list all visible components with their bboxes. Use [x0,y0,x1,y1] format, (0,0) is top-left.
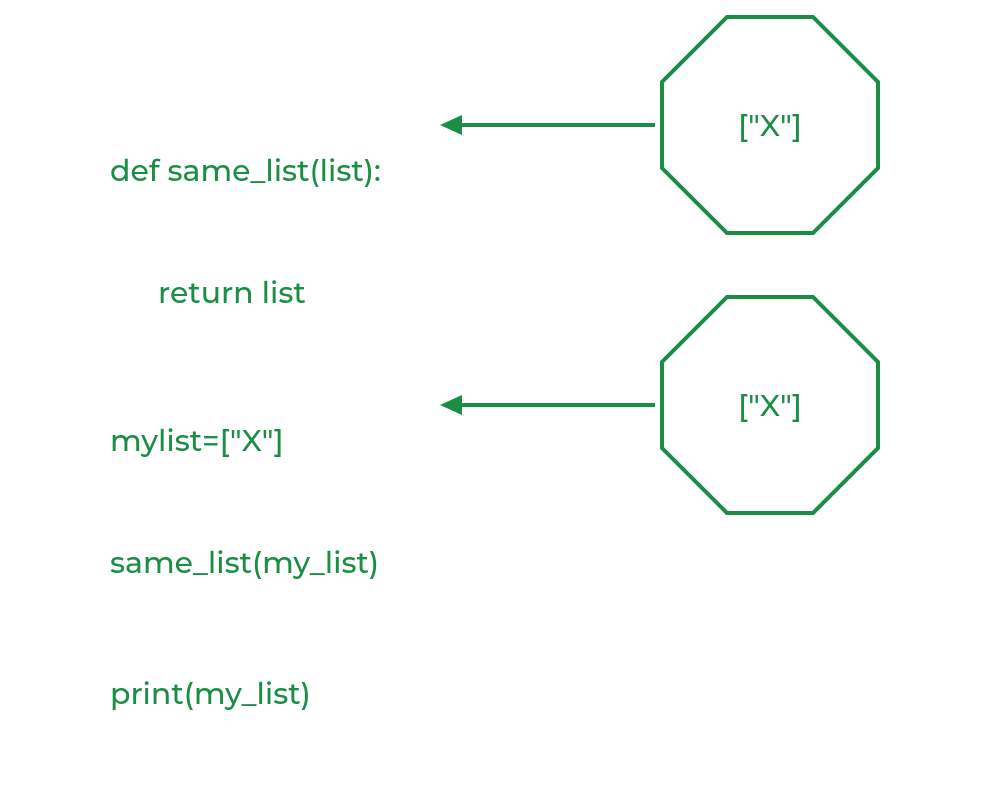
code-line: mylist=["X"] [110,421,379,462]
data-node-bottom: ["X"] [655,290,885,520]
diagram-canvas: def same_list(list): return list ["X"] m… [0,0,1000,540]
code-line: return list [110,273,381,314]
bottom-code-block: mylist=["X"] same_list(my_list) print(my… [110,340,379,796]
data-node-top: ["X"] [655,10,885,240]
node-label: ["X"] [655,10,885,240]
arrow-left-icon [440,110,655,140]
arrow-bottom [440,390,655,425]
code-line: print(my_list) [110,674,379,715]
arrow-top [440,110,655,145]
arrow-left-icon [440,390,655,420]
node-label: ["X"] [655,290,885,520]
code-line: same_list(my_list) [110,543,379,584]
code-line: def same_list(list): [110,151,381,192]
